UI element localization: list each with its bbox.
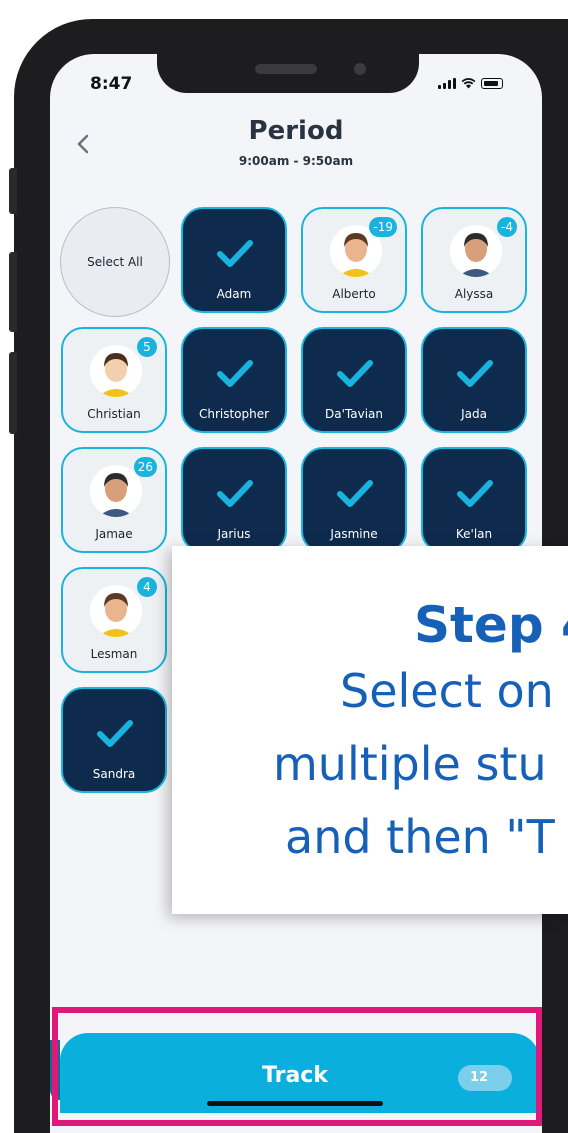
overlay-line-2: multiple stu (273, 737, 547, 791)
student-tile[interactable]: Jasmine (301, 447, 407, 553)
checkmark-icon (457, 360, 493, 387)
student-tile[interactable]: Jada (421, 327, 527, 433)
student-name: Adam (216, 287, 252, 301)
student-tile[interactable]: Adam (181, 207, 287, 313)
checkmark-icon (217, 360, 253, 387)
points-badge: 26 (133, 457, 157, 477)
student-tile[interactable]: 26 Jamae (61, 447, 167, 553)
checkmark-icon (217, 240, 253, 267)
checkmark-icon (337, 360, 373, 387)
checkmark-icon (457, 480, 493, 507)
checkmark-icon (217, 480, 253, 507)
student-tile[interactable]: 4 Lesman (61, 567, 167, 673)
volume-up-button (9, 252, 17, 332)
student-tile[interactable]: -19 Alberto (301, 207, 407, 313)
points-badge: -19 (369, 217, 397, 237)
front-camera (354, 63, 366, 75)
student-name: Alyssa (454, 287, 494, 301)
student-tile[interactable]: Ke'lan (421, 447, 527, 553)
checkmark-icon (337, 480, 373, 507)
checkmark-icon (97, 720, 133, 747)
status-time: 8:47 (90, 74, 133, 94)
mute-switch (9, 168, 17, 214)
track-highlight-box (52, 1007, 542, 1126)
student-name: Lesman (90, 647, 138, 661)
signal-icon (438, 78, 456, 89)
period-time: 9:00am - 9:50am (238, 154, 354, 168)
student-name: Alberto (332, 287, 376, 301)
student-avatar (90, 465, 142, 517)
overlay-line-3: and then "T (285, 810, 555, 864)
overlay-line-1: Select on (340, 664, 554, 718)
battery-icon (481, 78, 503, 89)
student-avatar (90, 585, 142, 637)
speaker (255, 64, 317, 74)
student-name: Sandra (92, 767, 136, 781)
page-title: Period (248, 116, 344, 146)
student-name: Jasmine (330, 527, 378, 541)
student-tile[interactable]: Da'Tavian (301, 327, 407, 433)
student-tile[interactable]: Christopher (181, 327, 287, 433)
student-tile[interactable]: -4 Alyssa (421, 207, 527, 313)
student-name: Jada (461, 407, 487, 421)
points-badge: 4 (137, 577, 157, 597)
student-avatar (450, 225, 502, 277)
student-tile[interactable]: Sandra (61, 687, 167, 793)
select-all-button[interactable]: Select All (60, 207, 170, 317)
wifi-icon (461, 78, 476, 89)
student-avatar (90, 345, 142, 397)
student-name: Ke'lan (455, 527, 493, 541)
student-name: Christopher (198, 407, 270, 421)
volume-down-button (9, 352, 17, 434)
student-name: Da'Tavian (325, 407, 383, 421)
overlay-step: Step 4 (414, 596, 568, 654)
student-name: Christian (87, 407, 141, 421)
student-name: Jamae (95, 527, 133, 541)
student-tile[interactable]: Jarius (181, 447, 287, 553)
student-tile[interactable]: 5 Christian (61, 327, 167, 433)
points-badge: -4 (497, 217, 517, 237)
instruction-overlay: Step 4 Select on multiple stu and then "… (172, 546, 568, 914)
select-all-label: Select All (87, 255, 143, 269)
status-icons (438, 77, 503, 89)
student-name: Jarius (217, 527, 251, 541)
points-badge: 5 (137, 337, 157, 357)
